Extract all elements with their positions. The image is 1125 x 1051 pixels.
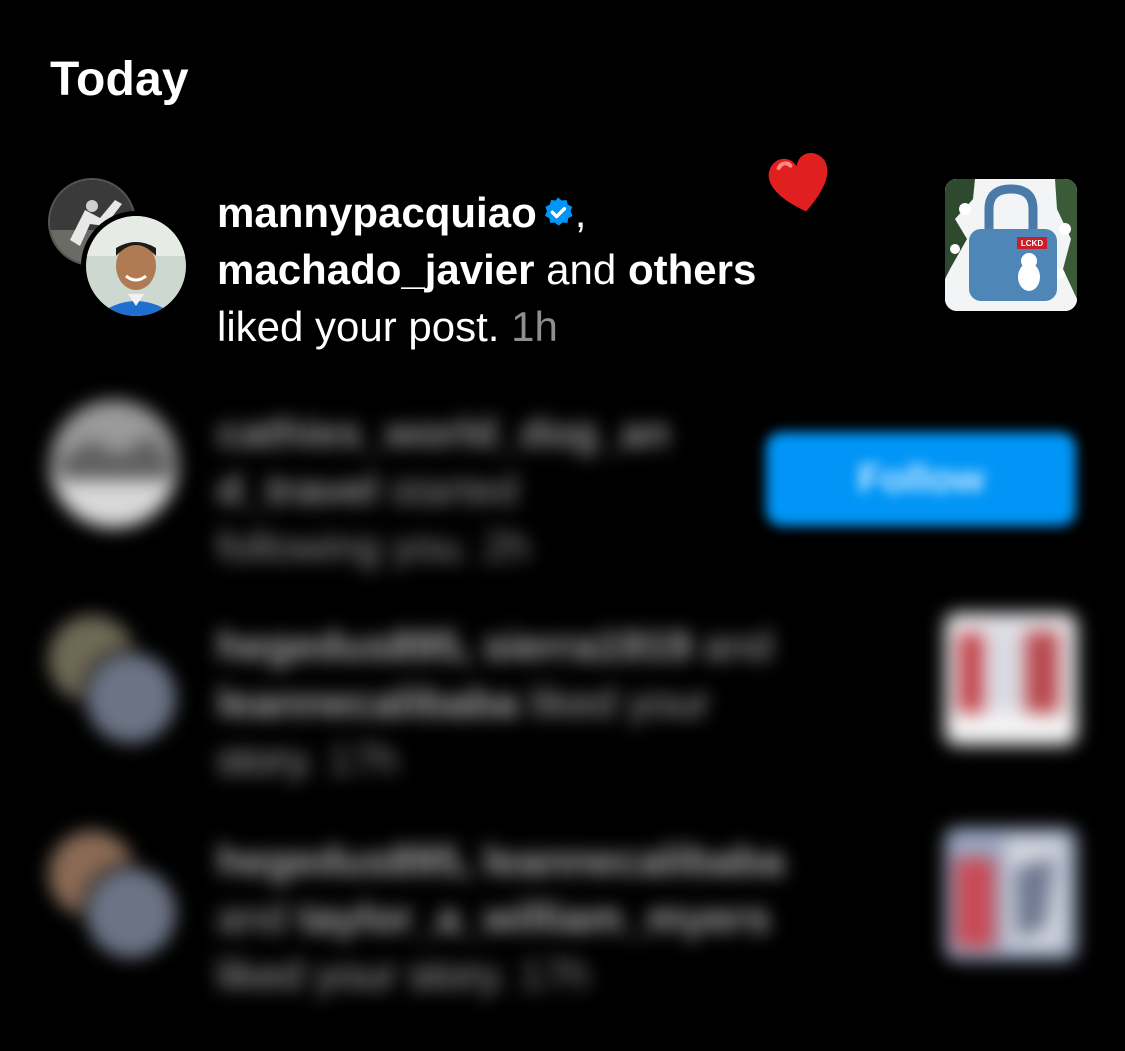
timestamp: 17h — [328, 736, 399, 783]
timestamp: 2h — [483, 523, 530, 570]
thumb-label: LCKD — [1021, 239, 1043, 248]
avatar-stack[interactable] — [46, 400, 186, 540]
avatar[interactable] — [81, 863, 181, 963]
avatar[interactable] — [50, 400, 178, 528]
avatar-stack[interactable] — [46, 615, 186, 755]
post-thumbnail[interactable]: LCKD — [945, 179, 1077, 311]
notification-text: hegedus895, sierra1919 and leannecalibab… — [217, 622, 773, 783]
action-text: liked your post. — [217, 303, 500, 350]
story-thumbnail[interactable] — [945, 613, 1077, 745]
section-title: Today — [50, 53, 189, 106]
username[interactable]: taylor_a_william_myers — [299, 894, 771, 941]
timestamp: 1h — [511, 303, 558, 350]
timestamp: 17h — [519, 951, 590, 998]
username[interactable]: d_travel — [217, 466, 378, 513]
follow-button[interactable]: Follow — [766, 432, 1076, 526]
username[interactable]: cathies_world_dog_an — [217, 409, 670, 456]
avatar-stack[interactable] — [46, 178, 191, 321]
verified-badge-icon — [544, 197, 573, 226]
avatar-stack[interactable] — [46, 830, 186, 970]
username[interactable]: hegedus895, sierra1919 — [217, 622, 691, 669]
avatar[interactable] — [81, 211, 191, 321]
heart-icon — [768, 153, 828, 212]
username[interactable]: machado_javier — [217, 246, 535, 293]
username[interactable]: hegedus895, leannecalibaba — [217, 837, 784, 884]
story-thumbnail[interactable] — [945, 828, 1077, 960]
username[interactable]: mannypacquiao — [217, 189, 537, 236]
notification-text: cathies_world_dog_an d_travel started fo… — [217, 409, 670, 570]
notification-text: hegedus895, leannecalibaba and taylor_a_… — [217, 837, 785, 998]
username[interactable]: leannecalibaba — [217, 679, 518, 726]
notification-item[interactable]: hegedus895, sierra1919 and leannecalibab… — [0, 613, 1125, 785]
notification-item[interactable]: mannypacquiao, machado_javier and others… — [0, 153, 1125, 358]
notification-item[interactable]: hegedus895, leannecalibaba and taylor_a_… — [0, 828, 1125, 1000]
avatar[interactable] — [81, 648, 181, 748]
others-link[interactable]: others — [628, 246, 756, 293]
